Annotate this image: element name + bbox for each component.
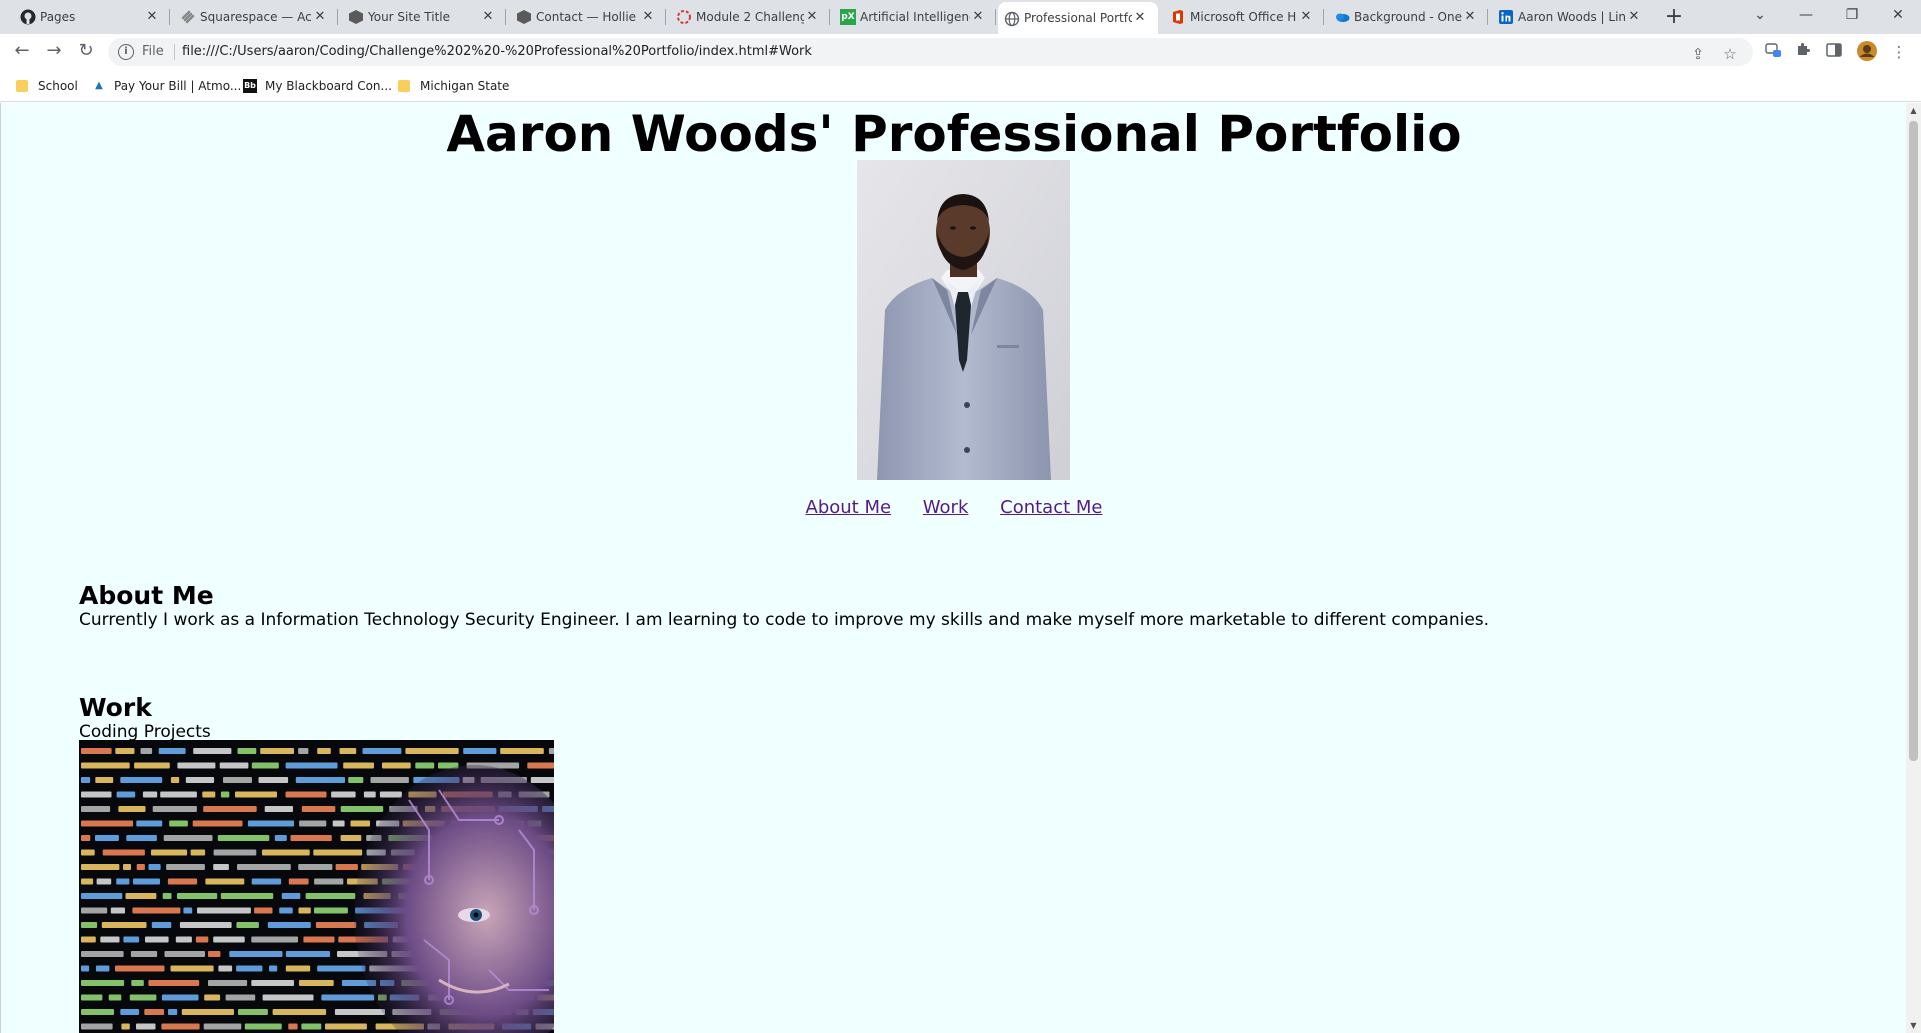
tab-title: Contact — Hollie E bbox=[536, 10, 640, 24]
close-icon[interactable]: ✕ bbox=[1462, 9, 1478, 25]
tab-title: Your Site Title bbox=[368, 10, 451, 24]
scroll-up-arrow-icon[interactable]: ▲ bbox=[1906, 103, 1921, 118]
tab-title: Professional Portfo bbox=[1024, 11, 1132, 25]
bookmark-school[interactable]: School bbox=[16, 77, 78, 95]
page-viewport: Aaron Woods' Professional Portfolio Abou… bbox=[0, 103, 1906, 1033]
scroll-down-arrow-icon[interactable]: ▼ bbox=[1906, 1018, 1921, 1033]
browser-menu-icon[interactable]: ⋮ bbox=[1888, 41, 1910, 63]
circle-icon bbox=[676, 9, 692, 25]
close-icon[interactable]: ✕ bbox=[312, 9, 328, 25]
tab-search-icon[interactable]: ⌄ bbox=[1737, 0, 1783, 30]
cube-icon bbox=[348, 9, 364, 25]
close-icon[interactable]: ✕ bbox=[480, 9, 496, 25]
address-bar[interactable]: i File file:///C:/Users/aaron/Coding/Cha… bbox=[108, 38, 1753, 66]
address-url[interactable]: file:///C:/Users/aaron/Coding/Challenge%… bbox=[182, 44, 812, 59]
close-icon[interactable]: ✕ bbox=[970, 9, 986, 25]
tab-module-2[interactable]: Module 2 Challeng ✕ bbox=[670, 0, 830, 34]
tab-contact[interactable]: Contact — Hollie E ✕ bbox=[510, 0, 666, 34]
atmos-icon: ▲ bbox=[95, 80, 103, 91]
address-scheme: File bbox=[142, 44, 164, 59]
side-panel-icon[interactable] bbox=[1823, 41, 1845, 63]
nav-link-contact-me[interactable]: Contact Me bbox=[1000, 497, 1102, 518]
tab-title: Microsoft Office H bbox=[1190, 10, 1297, 24]
page-title: Aaron Woods' Professional Portfolio bbox=[446, 105, 1462, 163]
close-icon[interactable]: ✕ bbox=[1626, 9, 1642, 25]
office-icon bbox=[1170, 9, 1186, 25]
extensions-puzzle-icon[interactable] bbox=[1792, 41, 1814, 63]
folder-icon bbox=[16, 80, 28, 92]
bookmark-blackboard[interactable]: Bb My Blackboard Con... bbox=[243, 77, 392, 95]
bookmark-star-icon[interactable]: ☆ bbox=[1721, 45, 1739, 63]
scrollbar-thumb[interactable] bbox=[1909, 121, 1918, 761]
nav-link-about-me[interactable]: About Me bbox=[806, 497, 892, 518]
restore-button[interactable]: ❐ bbox=[1829, 0, 1875, 30]
tab-title: Background - One bbox=[1354, 10, 1462, 24]
close-icon[interactable]: ✕ bbox=[640, 9, 656, 25]
close-window-button[interactable]: ✕ bbox=[1875, 0, 1921, 30]
close-icon[interactable]: ✕ bbox=[1298, 9, 1314, 25]
tab-pages[interactable]: Pages ✕ bbox=[14, 0, 170, 34]
share-icon[interactable]: ⇪ bbox=[1689, 45, 1707, 63]
linkedin-icon bbox=[1498, 9, 1514, 25]
tab-your-site[interactable]: Your Site Title ✕ bbox=[342, 0, 506, 34]
page-scrollbar[interactable]: ▲ ▼ bbox=[1906, 103, 1921, 1033]
reload-button[interactable]: ↻ bbox=[74, 40, 98, 64]
new-tab-button[interactable]: + bbox=[1661, 5, 1687, 31]
github-icon bbox=[20, 9, 36, 25]
forward-button[interactable]: → bbox=[42, 40, 66, 64]
tab-onedrive[interactable]: Background - One ✕ bbox=[1328, 0, 1488, 34]
tab-microsoft-office[interactable]: Microsoft Office H ✕ bbox=[1164, 0, 1324, 34]
work-heading: Work bbox=[79, 693, 152, 722]
globe-icon bbox=[1004, 11, 1020, 27]
tab-title: Artificial Intelligenc bbox=[860, 10, 970, 24]
onedrive-icon bbox=[1334, 9, 1350, 25]
tab-ai[interactable]: pX Artificial Intelligenc ✕ bbox=[834, 0, 996, 34]
back-button[interactable]: ← bbox=[10, 40, 34, 64]
tab-linkedin[interactable]: Aaron Woods | Lin ✕ bbox=[1492, 0, 1652, 34]
cube-icon bbox=[516, 9, 532, 25]
tab-title: Squarespace — Ac bbox=[200, 10, 312, 24]
tab-professional-portfolio[interactable]: Professional Portfo ✕ bbox=[998, 2, 1158, 34]
close-icon[interactable]: ✕ bbox=[804, 9, 820, 25]
nav-link-work[interactable]: Work bbox=[923, 497, 969, 518]
browser-toolbar: ← → ↻ i File file:///C:/Users/aaron/Codi… bbox=[0, 34, 1921, 69]
main-nav: About Me Work Contact Me bbox=[1, 497, 1906, 518]
squarespace-icon bbox=[180, 9, 196, 25]
bookmark-michigan-state[interactable]: Michigan State bbox=[398, 77, 509, 95]
tab-strip: Pages ✕ Squarespace — Ac ✕ Your Site Tit… bbox=[0, 0, 1921, 34]
info-icon[interactable]: i bbox=[118, 44, 134, 60]
coding-project-image[interactable] bbox=[79, 740, 554, 1033]
bookmarks-bar: School ▲ Pay Your Bill | Atmo... Bb My B… bbox=[0, 69, 1921, 102]
about-text: Currently I work as a Information Techno… bbox=[79, 610, 1490, 630]
close-icon[interactable]: ✕ bbox=[1132, 10, 1148, 26]
work-subheading: Coding Projects bbox=[79, 722, 211, 742]
blackboard-icon: Bb bbox=[243, 79, 257, 93]
tab-title: Pages bbox=[40, 10, 76, 24]
about-heading: About Me bbox=[79, 581, 214, 610]
folder-icon bbox=[398, 80, 410, 92]
profile-avatar-icon[interactable] bbox=[1855, 40, 1879, 64]
px-icon: pX bbox=[840, 9, 856, 25]
tab-title: Module 2 Challeng bbox=[696, 10, 804, 24]
tab-squarespace[interactable]: Squarespace — Ac ✕ bbox=[174, 0, 338, 34]
close-icon[interactable]: ✕ bbox=[144, 9, 160, 25]
tab-title: Aaron Woods | Lin bbox=[1518, 10, 1626, 24]
bookmark-pay-your-bill[interactable]: ▲ Pay Your Bill | Atmo... bbox=[92, 77, 241, 95]
extension-icon[interactable] bbox=[1762, 41, 1784, 63]
profile-photo bbox=[857, 160, 1070, 480]
minimize-button[interactable]: — bbox=[1783, 0, 1829, 30]
